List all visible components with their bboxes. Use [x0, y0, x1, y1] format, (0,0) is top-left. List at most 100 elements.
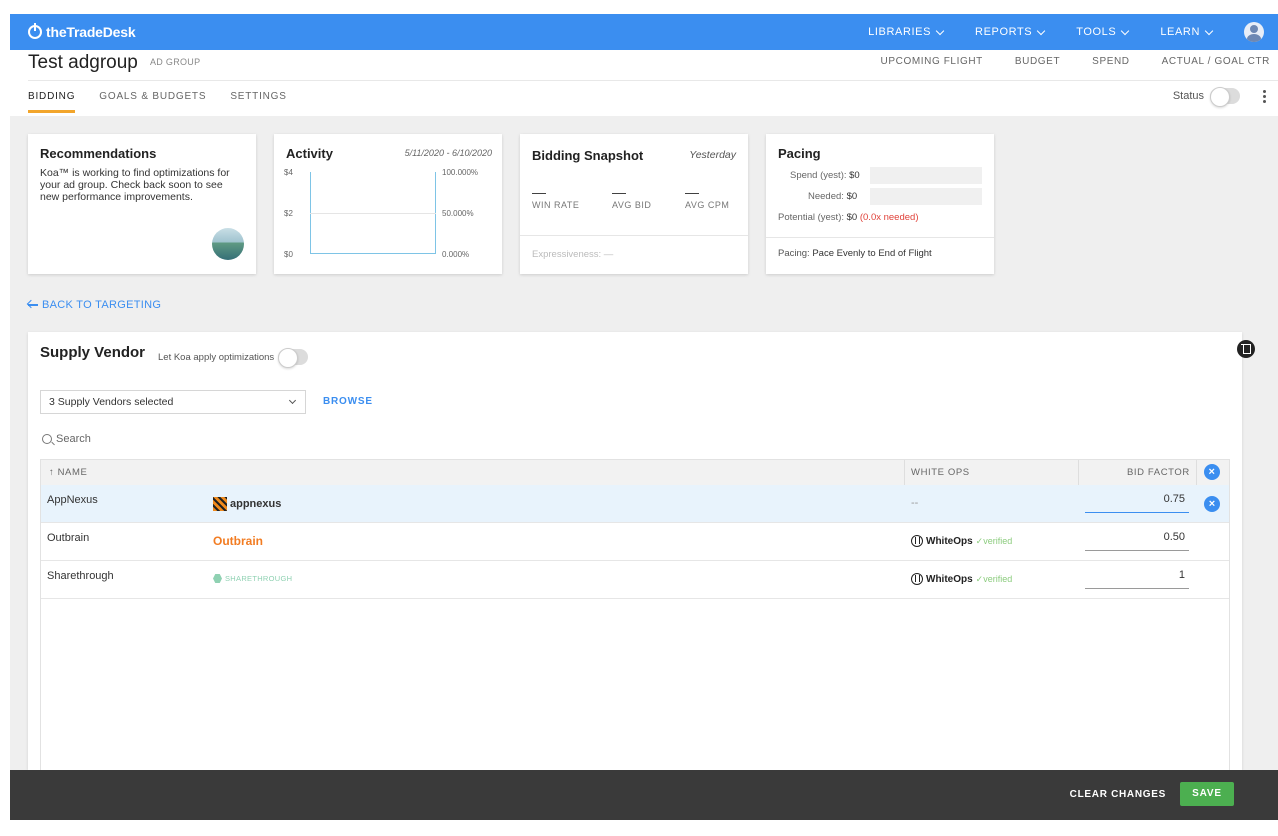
pacing-label: Pacing: — [778, 248, 810, 259]
koa-toggle[interactable] — [278, 348, 309, 368]
back-to-targeting-link[interactable]: BACK TO TARGETING — [28, 299, 161, 311]
sharethrough-logo: SHARETHROUGH — [213, 574, 292, 583]
pacing-needed: Needed: $0 — [808, 191, 857, 202]
pacing-title: Pacing — [778, 146, 821, 161]
tab-bidding[interactable]: BIDDING — [28, 91, 76, 113]
upcoming-flight-link[interactable]: UPCOMING FLIGHT — [881, 56, 983, 67]
chevron-down-icon — [1121, 26, 1130, 35]
bid-factor-input[interactable]: 0.50 — [1085, 531, 1189, 551]
tab-settings[interactable]: SETTINGS — [230, 91, 286, 113]
status-toggle[interactable] — [1210, 87, 1240, 107]
clear-row-icon[interactable]: × — [1204, 496, 1220, 512]
y-tick-right: 0.000% — [442, 250, 470, 259]
nav-reports[interactable]: REPORTS — [975, 26, 1046, 38]
nav-libraries[interactable]: LIBRARIES — [868, 26, 945, 38]
main-nav: LIBRARIES REPORTS TOOLS LEARN — [836, 22, 1278, 42]
header-links: UPCOMING FLIGHT BUDGET SPEND ACTUAL / GO… — [881, 56, 1278, 67]
search-icon — [42, 434, 52, 444]
activity-card: Activity 5/11/2020 - 6/10/2020 $4 $2 $0 … — [274, 134, 502, 274]
browse-button[interactable]: BROWSE — [323, 396, 373, 407]
supply-vendor-panel: Supply Vendor Let Koa apply optimization… — [28, 332, 1255, 770]
needed-bar — [870, 188, 982, 205]
power-icon — [28, 23, 42, 39]
pacing-card: Pacing Spend (yest): $0 Needed: $0 Poten… — [766, 134, 994, 274]
vendor-table: ↑ NAME WHITE OPS BID FACTOR × AppNexus a… — [40, 459, 1230, 770]
status-control: Status — [1173, 87, 1240, 107]
trash-icon[interactable] — [1237, 340, 1255, 358]
chevron-down-icon — [288, 396, 297, 405]
brand-logo[interactable]: theTradeDesk — [28, 23, 136, 40]
nav-label: LIBRARIES — [868, 26, 932, 38]
white-ops-badge: WhiteOps ✓verified — [911, 573, 1012, 585]
recommendations-title: Recommendations — [40, 146, 157, 161]
pacing-value: $0 — [846, 191, 858, 202]
appnexus-icon — [213, 497, 227, 511]
table-row[interactable]: AppNexus appnexus -- 0.75 × — [41, 485, 1229, 523]
koa-optimization-control: Let Koa apply optimizations — [158, 348, 309, 368]
pacing-label: Spend (yest): — [790, 170, 847, 181]
metric-label: AVG CPM — [685, 200, 730, 210]
table-row[interactable]: Outbrain Outbrain WhiteOps ✓verified 0.5… — [41, 523, 1229, 561]
nav-label: REPORTS — [975, 26, 1033, 38]
user-avatar-icon[interactable] — [1244, 22, 1264, 42]
sharethrough-icon — [213, 574, 222, 583]
pacing-value: $0 — [846, 212, 858, 223]
tab-goals-budgets[interactable]: GOALS & BUDGETS — [99, 91, 206, 113]
pacing-mode: Pacing: Pace Evenly to End of Flight — [778, 248, 932, 259]
pacing-value: Pace Evenly to End of Flight — [812, 248, 932, 259]
bid-factor-input[interactable]: 1 — [1085, 569, 1189, 589]
activity-chart: $4 $2 $0 100.000% 50.000% 0.000% — [282, 168, 494, 262]
nav-label: LEARN — [1160, 26, 1200, 38]
clear-changes-button[interactable]: CLEAR CHANGES — [1070, 789, 1166, 800]
chart-gridline — [310, 213, 436, 214]
snapshot-title: Bidding Snapshot — [532, 148, 644, 163]
white-ops-text: WhiteOps — [926, 573, 973, 585]
budget-link[interactable]: BUDGET — [1015, 56, 1060, 67]
clear-all-icon[interactable]: × — [1204, 464, 1220, 480]
sort-name-header[interactable]: ↑ NAME — [49, 467, 87, 478]
y-tick-left: $2 — [284, 209, 293, 218]
verified-text: ✓verified — [975, 573, 1013, 584]
bid-factor-header: BID FACTOR — [1127, 467, 1190, 478]
pacing-note: (0.0x needed) — [859, 212, 919, 223]
expressiveness-text: Expressiveness: — — [532, 249, 614, 260]
tab-bar: BIDDING GOALS & BUDGETS SETTINGS — [28, 91, 311, 113]
activity-date-range: 5/11/2020 - 6/10/2020 — [404, 148, 492, 158]
bid-factor-input[interactable]: 0.75 — [1085, 493, 1189, 513]
white-ops-badge: WhiteOps ✓verified — [911, 535, 1012, 547]
divider — [28, 80, 1278, 81]
actual-goal-ctr-link[interactable]: ACTUAL / GOAL CTR — [1162, 56, 1270, 67]
metric-value: — — [685, 184, 700, 200]
divider — [520, 235, 748, 236]
column-label: NAME — [57, 467, 88, 478]
white-ops-value: -- — [911, 497, 919, 509]
page-header: Test adgroup AD GROUP UPCOMING FLIGHT BU… — [10, 50, 1278, 116]
divider — [1196, 460, 1197, 485]
chevron-down-icon — [1204, 26, 1214, 35]
spend-link[interactable]: SPEND — [1092, 56, 1129, 67]
table-row[interactable]: Sharethrough SHARETHROUGH WhiteOps ✓veri… — [41, 561, 1229, 599]
vendor-name: AppNexus — [47, 494, 98, 506]
nav-label: TOOLS — [1076, 26, 1117, 38]
snapshot-period: Yesterday — [689, 149, 736, 161]
search-input[interactable]: Search — [42, 433, 91, 445]
supply-vendor-select[interactable]: 3 Supply Vendors selected — [40, 390, 306, 414]
arrow-left-icon — [28, 304, 38, 306]
metric-avg-cpm: — AVG CPM — [685, 184, 729, 210]
metric-label: WIN RATE — [532, 200, 580, 210]
white-ops-header: WHITE OPS — [911, 467, 970, 478]
more-options-icon[interactable] — [1263, 90, 1266, 103]
koa-landscape-icon — [212, 228, 244, 260]
pacing-potential: Potential (yest): $0 (0.0x needed) — [778, 212, 918, 223]
logo-text: SHARETHROUGH — [225, 574, 293, 583]
search-placeholder: Search — [56, 433, 91, 445]
save-button[interactable]: SAVE — [1180, 782, 1234, 806]
divider — [904, 460, 905, 485]
y-tick-right: 50.000% — [442, 209, 474, 218]
nav-tools[interactable]: TOOLS — [1076, 26, 1130, 38]
top-nav-bar: theTradeDesk LIBRARIES REPORTS TOOLS LEA… — [10, 14, 1278, 50]
divider — [1078, 460, 1079, 485]
nav-learn[interactable]: LEARN — [1160, 26, 1214, 38]
appnexus-logo: appnexus — [213, 497, 281, 511]
pacing-spend: Spend (yest): $0 — [790, 170, 860, 181]
